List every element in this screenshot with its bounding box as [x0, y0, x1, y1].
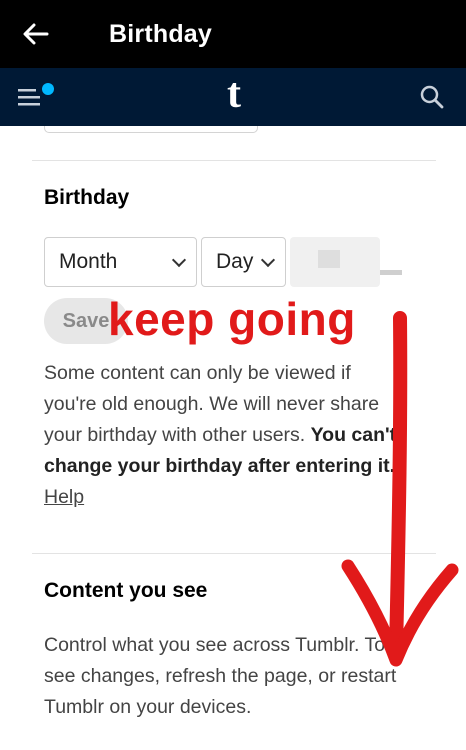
month-select-label: Month: [59, 250, 118, 273]
tumblr-nav-bar: t: [0, 68, 466, 126]
app-bar: Birthday: [0, 0, 466, 68]
menu-button[interactable]: [16, 77, 56, 117]
notification-dot: [42, 83, 54, 95]
annotation-text: keep going: [108, 293, 356, 345]
search-button[interactable]: [412, 77, 452, 117]
redaction-block: [380, 270, 402, 275]
redaction-block: [318, 250, 340, 268]
chevron-down-icon: [171, 252, 187, 268]
divider: [32, 553, 436, 554]
help-link[interactable]: Help: [44, 486, 84, 508]
page-title: Birthday: [109, 19, 213, 48]
birthday-heading: Birthday: [44, 186, 130, 209]
back-button[interactable]: [8, 0, 64, 68]
divider: [32, 160, 436, 161]
birthday-description: Some content can only be viewed if you'r…: [44, 358, 404, 513]
previous-field-bottom[interactable]: [44, 126, 258, 133]
content-you-see-description: Control what you see across Tumblr. To s…: [44, 634, 397, 718]
content-you-see-heading: Content you see: [44, 579, 208, 602]
arrow-left-icon: [23, 23, 49, 45]
day-select[interactable]: Day: [201, 237, 286, 287]
day-select-label: Day: [216, 250, 254, 273]
chevron-down-icon: [260, 252, 276, 268]
search-icon: [420, 85, 444, 109]
tumblr-logo[interactable]: t: [227, 73, 241, 115]
month-select[interactable]: Month: [44, 237, 197, 287]
settings-content: Birthday Month Day Save Some content can…: [0, 126, 466, 750]
